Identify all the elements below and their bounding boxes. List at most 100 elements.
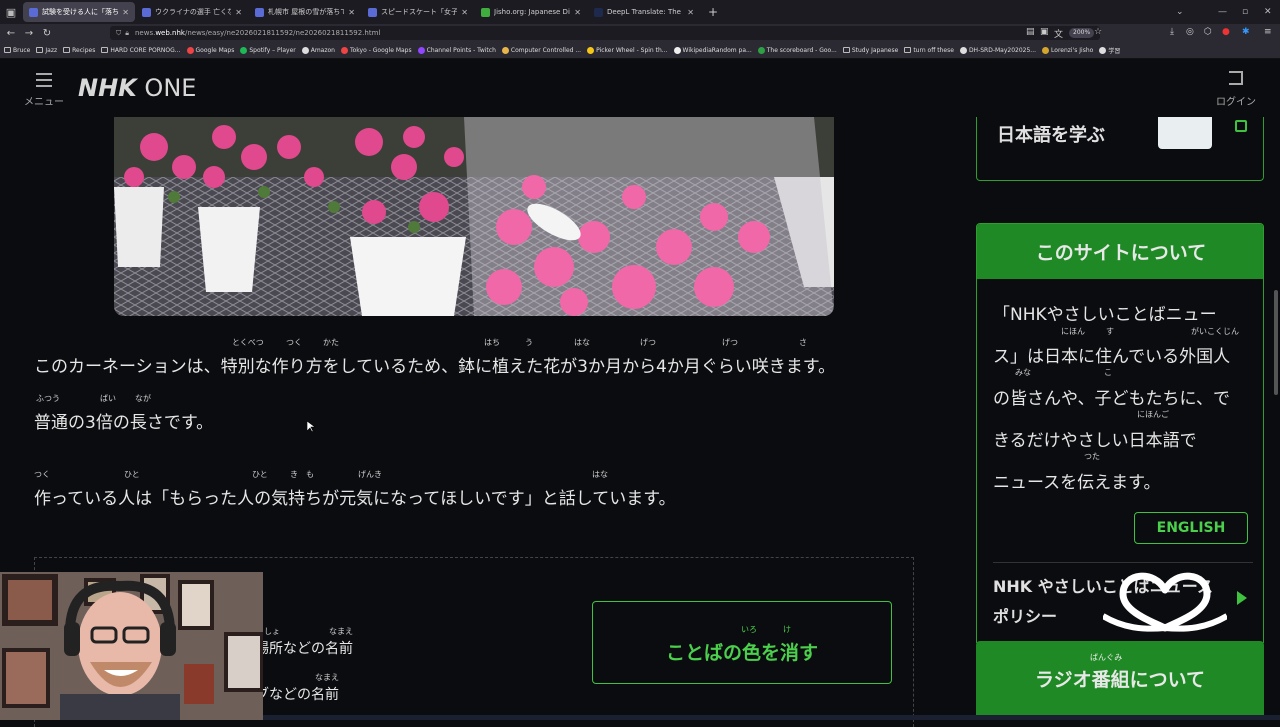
learn-japanese-title: 日本語を学ぶ: [997, 125, 1105, 146]
bookmark-label: Bruce: [13, 46, 31, 54]
account-icon[interactable]: ◎: [1186, 27, 1194, 37]
site-info-icon[interactable]: ⛉: [116, 29, 121, 38]
new-tab-icon[interactable]: +: [708, 5, 718, 19]
about-text-line: 「NHKやさしいことばニュー: [993, 305, 1217, 325]
webcam-overlay: [0, 572, 263, 720]
ruby-text: なが: [135, 394, 151, 403]
close-tab-icon[interactable]: ✕: [122, 8, 129, 17]
bookmark-star-icon[interactable]: ☆: [1094, 27, 1102, 37]
play-arrow-icon: [1237, 591, 1247, 605]
tab-favicon-icon: [255, 7, 264, 17]
reload-icon[interactable]: ↻: [38, 28, 56, 39]
browser-tab[interactable]: 札幌市 屋根の雪が落ちて1人 ✕: [249, 2, 361, 22]
ruby-text: つく: [286, 338, 302, 347]
ruby-text: にほんご: [1137, 410, 1169, 419]
url-host: web.nhk: [155, 29, 185, 37]
close-tab-icon[interactable]: ✕: [574, 8, 581, 17]
page-scrollbar[interactable]: [1274, 290, 1278, 395]
bookmark-folder[interactable]: Recipes: [63, 47, 95, 54]
extensions-icon[interactable]: ⬡: [1204, 27, 1212, 37]
bookmark-item[interactable]: Tokyo - Google Maps: [340, 46, 412, 54]
close-tab-icon[interactable]: ✕: [348, 8, 355, 17]
article-line: 普通の3倍の長さです。: [34, 413, 214, 433]
nhk-one-logo[interactable]: NHK ONE: [78, 74, 196, 102]
tab-favicon-icon: [481, 7, 490, 17]
bookmark-item[interactable]: The scoreboard - Goo...: [757, 46, 837, 54]
ruby-text: しょ: [264, 627, 280, 636]
browser-tab[interactable]: ウクライナの選手 亡くなった ✕: [136, 2, 248, 22]
translate-icon[interactable]: 文: [1054, 27, 1063, 40]
browser-tab[interactable]: スピードスケート「女子団体」 ✕: [362, 2, 474, 22]
screenshot-icon[interactable]: ▣: [1040, 27, 1049, 37]
browser-tab[interactable]: Jisho.org: Japanese Dictionary ✕: [475, 2, 587, 22]
bookmark-item[interactable]: Computer Controlled ...: [501, 46, 581, 54]
forward-icon[interactable]: →: [20, 28, 38, 39]
minimize-icon[interactable]: —: [1218, 0, 1227, 24]
bookmark-folder[interactable]: Jazz: [36, 47, 57, 54]
bookmark-label: Spotify – Player: [249, 46, 296, 54]
downloads-icon[interactable]: ⤓: [1170, 27, 1174, 37]
article-line: 作っている人は「もらった人の気持ちが元気になってほしいです」と話しています。: [34, 489, 676, 509]
bookmark-folder[interactable]: Study Japanese: [842, 46, 899, 54]
bookmark-label: Study Japanese: [851, 46, 899, 54]
window-close-icon[interactable]: ✕: [1264, 0, 1272, 24]
english-button[interactable]: ENGLISH: [1134, 512, 1248, 544]
menu-button[interactable]: メニュー: [22, 69, 66, 108]
bookmark-item[interactable]: DH-SRD-May202025...: [959, 46, 1037, 54]
site-favicon-icon: [240, 46, 248, 54]
radio-program-card[interactable]: ばんぐみ ラジオ番組について: [976, 641, 1264, 720]
zoom-level-badge[interactable]: 200%: [1069, 28, 1095, 38]
bookmark-label: DH-SRD-May202025...: [968, 46, 1037, 54]
site-favicon-icon: [340, 46, 348, 54]
back-icon[interactable]: ←: [2, 28, 20, 39]
ruby-text: はな: [574, 338, 590, 347]
site-favicon-icon: [1042, 46, 1050, 54]
bookmark-item[interactable]: Channel Points - Twitch: [417, 46, 496, 54]
ruby-text: つた: [1084, 452, 1100, 461]
bookmarks-bar: Bruce Jazz Recipes HARD CORE PORNOG... Googl…: [0, 42, 1280, 59]
tab-favicon-icon: [142, 7, 151, 17]
tab-title: ウクライナの選手 亡くなった: [155, 8, 232, 16]
article-photo: [114, 117, 834, 316]
close-tab-icon[interactable]: ✕: [461, 8, 468, 17]
bookmark-item[interactable]: Google Maps: [186, 46, 235, 54]
bookmark-label: WikipediaRandom pa...: [682, 46, 752, 54]
bookmark-item[interactable]: 学習: [1099, 46, 1120, 55]
tab-overflow-chevron-icon[interactable]: ⌄: [1176, 0, 1184, 24]
mouse-cursor-icon: [307, 421, 315, 433]
about-site-title: このサイトについて: [977, 224, 1263, 279]
ruby-text: にほん: [1061, 327, 1085, 336]
reader-view-icon[interactable]: ▤: [1026, 27, 1035, 37]
extension-red-icon[interactable]: ●: [1222, 27, 1230, 37]
browser-tab[interactable]: 試験を受ける人に「落ちにくい」 ✕: [23, 2, 135, 22]
site-favicon-icon: [501, 46, 509, 54]
browser-tab[interactable]: DeepL Translate: The world's m ✕: [588, 2, 700, 22]
bookmark-folder[interactable]: turn off these: [904, 47, 954, 54]
bookmark-item[interactable]: Lorenzi's Jisho: [1042, 46, 1093, 54]
login-button[interactable]: ログイン: [1214, 69, 1258, 108]
bookmark-item[interactable]: Amazon: [301, 46, 335, 54]
learn-japanese-card[interactable]: 日本語を学ぶ: [976, 117, 1264, 181]
app-menu-icon[interactable]: ≡: [1264, 27, 1272, 37]
ruby-text: す: [1106, 327, 1114, 336]
lock-icon[interactable]: 🔒︎: [125, 29, 129, 38]
bookmark-item[interactable]: Picker Wheel - Spin th...: [587, 46, 668, 54]
ruby-text: みな: [1015, 368, 1031, 377]
folder-icon: [904, 47, 912, 53]
address-bar[interactable]: ⛉ 🔒︎ news. web.nhk/news/easy/ne2026021811…: [110, 26, 1100, 40]
bookmark-folder[interactable]: Bruce: [4, 47, 30, 54]
site-favicon-icon: [301, 46, 309, 54]
close-tab-icon[interactable]: ✕: [235, 8, 242, 17]
ruby-text: う: [525, 338, 533, 347]
ruby-text: はち: [484, 338, 500, 347]
maximize-icon[interactable]: ▫: [1242, 0, 1248, 24]
bookmark-item[interactable]: Spotify – Player: [240, 46, 296, 54]
close-tab-icon[interactable]: ✕: [687, 8, 694, 17]
extension-blue-icon[interactable]: ✱: [1242, 27, 1250, 37]
bookmark-item[interactable]: WikipediaRandom pa...: [673, 46, 752, 54]
toggle-word-color-button[interactable]: いろ け ことばの色を消す: [592, 601, 892, 684]
bookmark-label: Google Maps: [195, 46, 235, 54]
tab-list-icon[interactable]: ▣: [0, 0, 22, 24]
hamburger-icon-bar: [36, 85, 52, 87]
bookmark-folder[interactable]: HARD CORE PORNOG...: [101, 47, 181, 54]
